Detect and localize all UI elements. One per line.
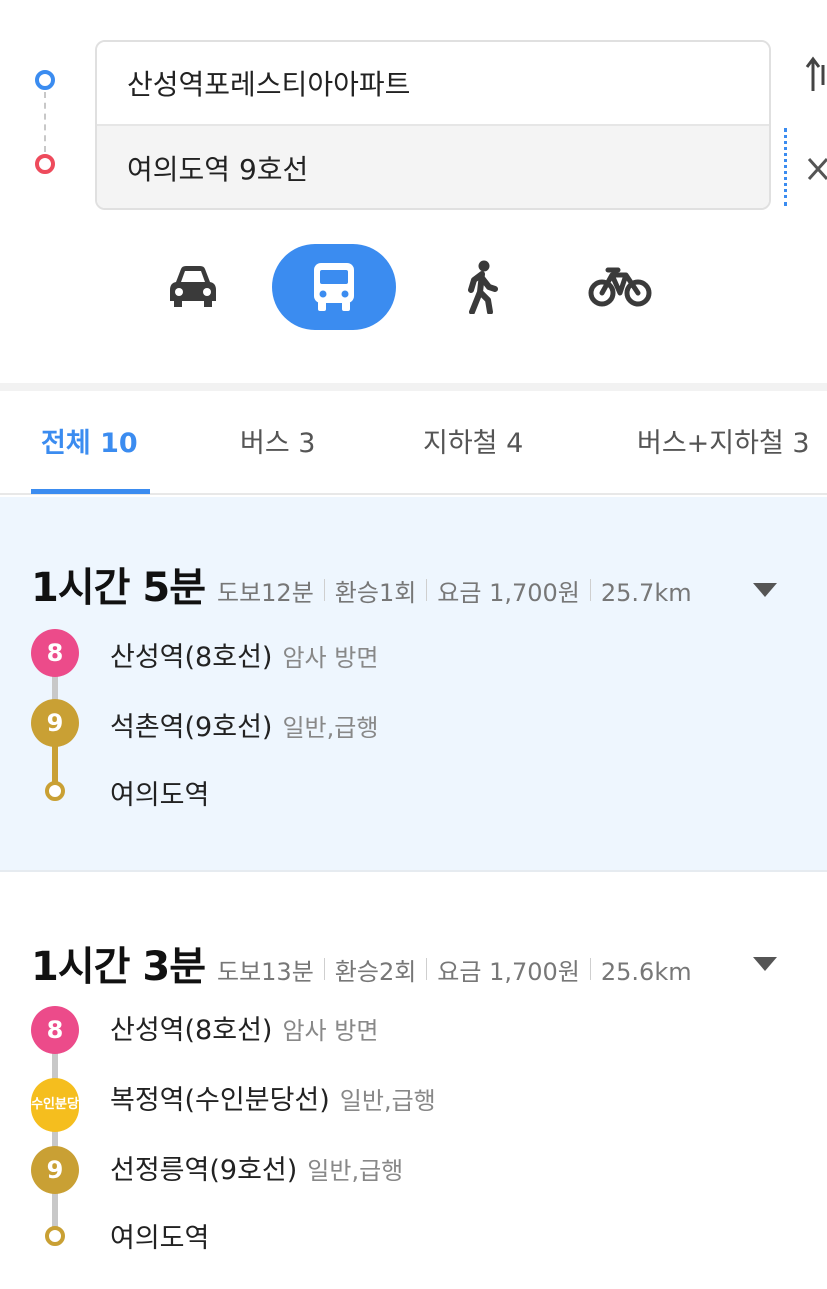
chevron-down-icon[interactable] — [752, 956, 778, 972]
destination-dot-icon — [45, 1226, 65, 1246]
walk-time: 도보12분 — [217, 579, 314, 607]
meta-divider — [426, 958, 428, 980]
mode-bike-button[interactable] — [570, 244, 670, 330]
tab-bus[interactable]: 버스 3 — [240, 421, 315, 460]
section-divider — [0, 383, 827, 391]
stop-direction: 암사 방면 — [282, 644, 379, 672]
route-type-tabs: 전체 10 버스 3 지하철 4 버스+지하철 3 — [0, 391, 827, 495]
destination-pin-icon — [35, 154, 55, 174]
fare: 요금 1,700원 — [437, 579, 580, 607]
route-stop: 산성역(8호선) 암사 방면 — [110, 1008, 378, 1047]
route-stop: 선정릉역(9호선) 일반,급행 — [110, 1148, 403, 1187]
tab-subway[interactable]: 지하철 4 — [423, 421, 523, 460]
mode-walk-button[interactable] — [436, 244, 526, 330]
transport-mode-selector — [0, 244, 827, 334]
stop-direction: 일반,급행 — [282, 714, 379, 742]
mode-bus-button[interactable] — [272, 244, 396, 330]
stop-name: 선정릉역(9호선) — [110, 1155, 298, 1186]
tab-all[interactable]: 전체 10 — [41, 421, 138, 460]
route-card[interactable]: 1시간 3분 도보13분 환승2회 요금 1,700원 25.6km 8 산성역… — [0, 874, 827, 1289]
tab-bus-subway[interactable]: 버스+지하철 3 — [637, 421, 810, 460]
stop-name: 여의도역 — [110, 1223, 210, 1254]
route-stop: 복정역(수인분당선) 일반,급행 — [110, 1078, 436, 1117]
route-card[interactable]: 1시간 5분 도보12분 환승1회 요금 1,700원 25.7km 8 산성역… — [0, 497, 827, 872]
stop-direction: 일반,급행 — [339, 1087, 436, 1115]
swap-icon[interactable] — [805, 55, 827, 95]
stop-name: 석촌역(9호선) — [110, 712, 273, 743]
walk-icon — [468, 260, 498, 314]
route-stop: 여의도역 — [110, 1216, 209, 1255]
drag-handle[interactable] — [784, 128, 787, 206]
distance: 25.7km — [600, 579, 692, 607]
stop-name: 여의도역 — [110, 780, 210, 811]
stop-direction: 일반,급행 — [307, 1157, 404, 1185]
destination-input[interactable]: 여의도역 9호선 — [97, 126, 769, 208]
meta-divider — [589, 958, 591, 980]
line-9-badge: 9 — [31, 1146, 79, 1194]
line-9-badge: 9 — [31, 699, 79, 747]
meta-divider — [589, 579, 591, 601]
meta-divider — [323, 958, 325, 980]
bus-icon — [314, 263, 354, 311]
line-8-badge: 8 — [31, 1006, 79, 1054]
stop-name: 산성역(8호선) — [110, 1015, 273, 1046]
origin-pin-icon — [35, 70, 55, 90]
route-connector-line — [44, 92, 46, 152]
close-icon[interactable] — [806, 152, 827, 186]
fare: 요금 1,700원 — [437, 958, 580, 986]
chevron-down-icon[interactable] — [752, 582, 778, 598]
stop-name: 복정역(수인분당선) — [110, 1085, 330, 1116]
line-8-badge: 8 — [31, 629, 79, 677]
walk-time: 도보13분 — [217, 958, 314, 986]
transfer-count: 환승2회 — [334, 958, 417, 986]
distance: 25.6km — [600, 958, 692, 986]
route-duration: 1시간 3분 — [31, 944, 206, 990]
stop-name: 산성역(8호선) — [110, 642, 273, 673]
route-summary: 1시간 3분 도보13분 환승2회 요금 1,700원 25.6km — [31, 934, 692, 992]
mode-car-button[interactable] — [148, 244, 238, 330]
route-stop: 산성역(8호선) 암사 방면 — [110, 635, 378, 674]
route-stop: 석촌역(9호선) 일반,급행 — [110, 705, 378, 744]
active-tab-indicator — [31, 489, 150, 494]
route-summary: 1시간 5분 도보12분 환승1회 요금 1,700원 25.7km — [31, 555, 692, 613]
route-duration: 1시간 5분 — [31, 565, 206, 611]
transfer-count: 환승1회 — [334, 579, 417, 607]
route-search-panel: 산성역포레스티아아파트 여의도역 9호선 — [0, 0, 827, 385]
route-stop: 여의도역 — [110, 773, 209, 812]
stop-direction: 암사 방면 — [282, 1017, 379, 1045]
car-icon — [170, 266, 216, 307]
route-inputs: 산성역포레스티아아파트 여의도역 9호선 — [95, 40, 771, 210]
line-suin-bundang-badge: 수인분당 — [31, 1078, 79, 1132]
origin-input[interactable]: 산성역포레스티아아파트 — [97, 42, 769, 126]
destination-dot-icon — [45, 781, 65, 801]
bike-icon — [588, 267, 652, 307]
meta-divider — [323, 579, 325, 601]
meta-divider — [426, 579, 428, 601]
